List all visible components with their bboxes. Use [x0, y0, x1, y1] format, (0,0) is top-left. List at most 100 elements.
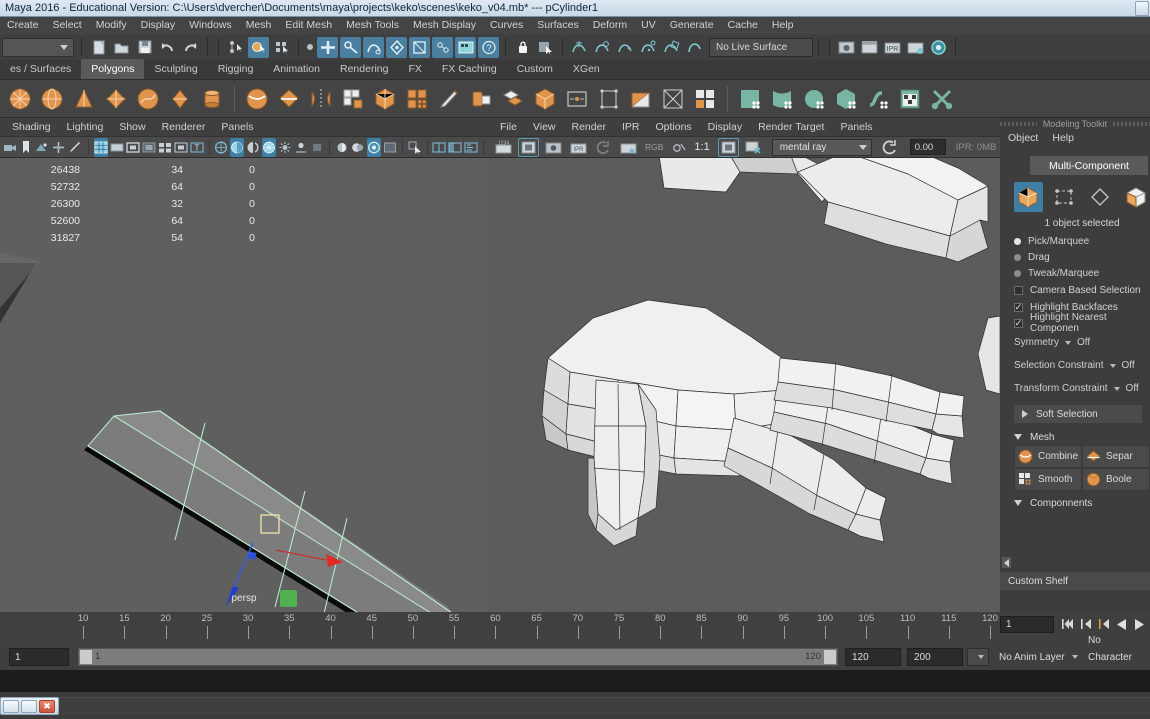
live-surface-field[interactable]: No Live Surface: [709, 37, 813, 57]
custom-shelf-bar[interactable]: Custom Shelf: [1000, 572, 1150, 590]
poly-prism-icon[interactable]: [167, 86, 193, 112]
two-d-pan-zoom-icon[interactable]: [51, 138, 66, 157]
multi-component-banner[interactable]: Multi-Component: [1030, 156, 1148, 175]
menu-item-mesh-tools[interactable]: Mesh Tools: [339, 17, 406, 34]
menu-item-cache[interactable]: Cache: [721, 17, 765, 34]
menu-item-surfaces[interactable]: Surfaces: [530, 17, 585, 34]
save-scene-icon[interactable]: [134, 37, 155, 58]
poly-sphere-alt-icon[interactable]: [39, 86, 65, 112]
transform-constraint-option[interactable]: Transform Constraint Off: [1000, 377, 1150, 400]
text-hud-icon[interactable]: T: [190, 138, 204, 157]
screen-space-ao-icon[interactable]: [310, 138, 324, 157]
keep-image-icon[interactable]: [618, 138, 639, 157]
viewport-menu-shading[interactable]: Shading: [4, 118, 59, 136]
vertex-mode-button[interactable]: [1121, 182, 1150, 212]
range-start-field[interactable]: 1: [9, 648, 69, 666]
step-back-key-icon[interactable]: [1078, 615, 1093, 633]
open-scene-icon[interactable]: [111, 37, 132, 58]
minimize-icon[interactable]: [3, 699, 19, 713]
select-arrow-icon[interactable]: [408, 138, 422, 157]
merge-icon[interactable]: [500, 86, 526, 112]
menu-item-edit-mesh[interactable]: Edit Mesh: [278, 17, 339, 34]
select-hierarchy-icon[interactable]: [225, 37, 246, 58]
remove-image-icon[interactable]: [743, 138, 764, 157]
select-handles-icon[interactable]: [317, 36, 338, 58]
menu-item-select[interactable]: Select: [46, 17, 89, 34]
shelf-tab-xgen[interactable]: XGen: [563, 59, 610, 79]
anim-end-field[interactable]: 120: [845, 648, 901, 666]
single-pane-layout-icon[interactable]: [432, 138, 446, 157]
poly-cone-icon[interactable]: [71, 86, 97, 112]
edge-mode-button[interactable]: [1050, 182, 1079, 212]
shelf-tab-fx-caching[interactable]: FX Caching: [432, 59, 507, 79]
menu-item-display[interactable]: Display: [134, 17, 182, 34]
viewport-toolbar[interactable]: T: [0, 136, 488, 158]
shelf-tab-polygons[interactable]: Polygons: [81, 59, 145, 79]
menuset-dropdown[interactable]: [2, 37, 74, 57]
poly-plane-icon[interactable]: [103, 86, 129, 112]
toolkit-menu-help[interactable]: Help: [1052, 132, 1074, 144]
shelf-tab-rendering[interactable]: Rendering: [330, 59, 398, 79]
status-line-toolbar[interactable]: ? No Live Surface IPR: [0, 34, 1150, 60]
face-mode-button[interactable]: [1086, 182, 1115, 212]
select-component-icon[interactable]: [271, 37, 292, 58]
poly-torus-icon[interactable]: [135, 86, 161, 112]
combine-button[interactable]: Combine: [1014, 445, 1082, 468]
menu-item-modify[interactable]: Modify: [89, 17, 134, 34]
uv-automatic-icon[interactable]: [833, 86, 859, 112]
select-curves-icon[interactable]: [363, 36, 384, 58]
use-all-lights-icon[interactable]: [278, 138, 292, 157]
select-dynamics-icon[interactable]: [432, 36, 453, 58]
smooth-button[interactable]: Smooth: [1014, 468, 1082, 491]
gate-mask-icon[interactable]: [142, 138, 156, 157]
render-current-frame-icon[interactable]: [836, 37, 857, 58]
undo-icon[interactable]: [157, 37, 178, 58]
wireframe-shading-icon[interactable]: [214, 138, 228, 157]
shelf-tab-bar[interactable]: es / Surfaces Polygons Sculpting Rigging…: [0, 59, 1150, 80]
make-live-icon[interactable]: [684, 37, 705, 58]
chevron-down-icon[interactable]: [1113, 386, 1120, 391]
camera-attributes-icon[interactable]: [3, 138, 18, 157]
play-backwards-icon[interactable]: [1114, 615, 1129, 633]
shelf-tab-animation[interactable]: Animation: [263, 59, 330, 79]
snap-grid-icon[interactable]: [569, 37, 590, 58]
viewport-bg-icon[interactable]: [383, 138, 397, 157]
extrude-icon[interactable]: [468, 86, 494, 112]
menu-item-mesh[interactable]: Mesh: [239, 17, 279, 34]
step-back-frame-icon[interactable]: [1096, 615, 1111, 633]
motion-blur-icon[interactable]: [335, 138, 349, 157]
mesh-buttons-grid[interactable]: Combine Separ Smooth Boole: [1014, 445, 1150, 491]
toolkit-menu-bar[interactable]: Object Help: [1000, 129, 1150, 147]
image-plane-icon[interactable]: [34, 138, 49, 157]
render-menu-display[interactable]: Display: [700, 118, 750, 136]
restore-icon[interactable]: [21, 699, 37, 713]
redo-icon[interactable]: [180, 37, 201, 58]
exposure-value-field[interactable]: 0.00: [909, 139, 946, 155]
resolution-gate-icon[interactable]: [126, 138, 140, 157]
range-handle-right[interactable]: [824, 650, 836, 664]
selection-mode-buttons[interactable]: [1000, 175, 1150, 212]
playback-transport-controls[interactable]: [1060, 615, 1147, 633]
playback-end-field[interactable]: 200: [907, 648, 963, 666]
render-menu-render[interactable]: Render: [564, 118, 614, 136]
uv-cut-icon[interactable]: [929, 86, 955, 112]
current-frame-field[interactable]: 1: [1000, 616, 1054, 633]
renderer-dropdown[interactable]: mental ray: [771, 138, 872, 156]
alpha-channel-icon[interactable]: [669, 138, 690, 157]
render-menu-options[interactable]: Options: [647, 118, 699, 136]
window-controls[interactable]: [1135, 0, 1150, 16]
render-menu-render-target[interactable]: Render Target: [750, 118, 832, 136]
mirror-icon[interactable]: [308, 86, 334, 112]
render-menu-panels[interactable]: Panels: [832, 118, 880, 136]
render-menu-file[interactable]: File: [492, 118, 525, 136]
viewport-menu-lighting[interactable]: Lighting: [59, 118, 112, 136]
snap-projection-icon[interactable]: [638, 37, 659, 58]
transfer-attributes-icon[interactable]: [564, 86, 590, 112]
poly-reduce-icon[interactable]: [660, 86, 686, 112]
character-set-dropdown[interactable]: No Character Se: [1082, 635, 1150, 680]
render-menu-ipr[interactable]: IPR: [614, 118, 648, 136]
panel-grip[interactable]: Modeling Toolkit: [1000, 118, 1150, 129]
render-refresh-circle-icon[interactable]: [880, 138, 901, 157]
chevron-down-icon[interactable]: [1109, 363, 1116, 368]
playback-options-dropdown[interactable]: [967, 648, 989, 666]
